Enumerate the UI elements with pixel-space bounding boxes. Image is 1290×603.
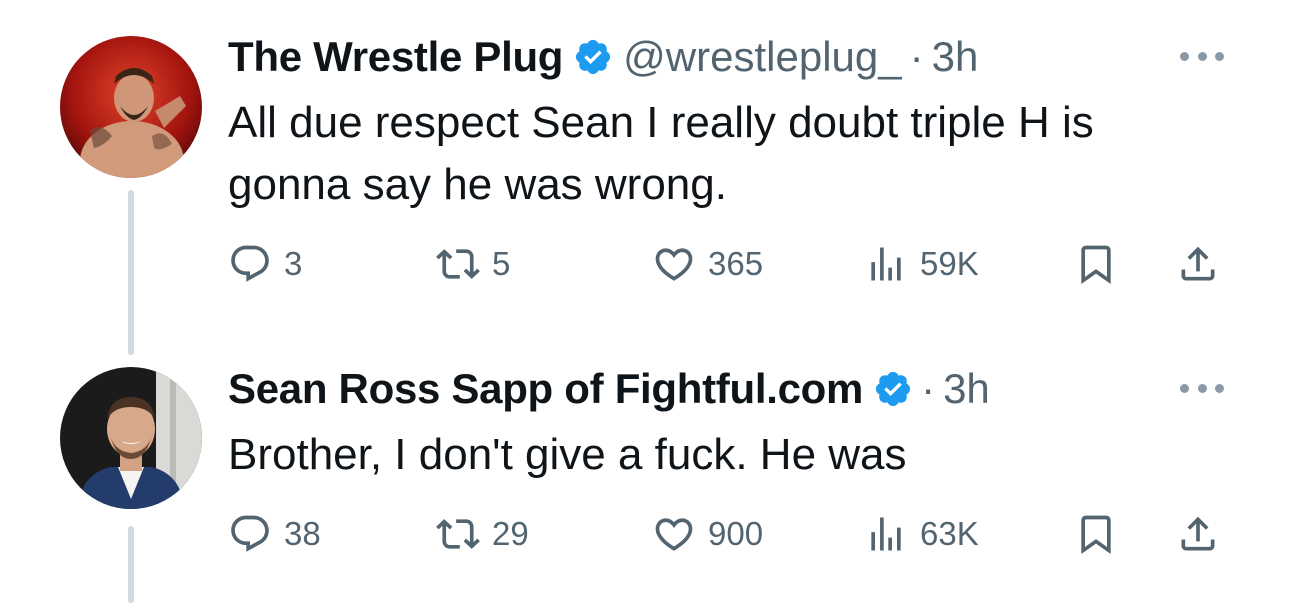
share-button[interactable] [1176, 241, 1220, 287]
tweet-2[interactable]: Sean Ross Sapp of Fightful.com · 3h Brot… [0, 350, 1290, 603]
thread-connector-line [128, 190, 134, 355]
avatar-sean-ross-sapp[interactable] [60, 367, 202, 509]
reply-button[interactable]: 38 [228, 511, 321, 557]
avatar-image [60, 36, 202, 178]
tweet-actions: 3 5 365 59K [228, 241, 1228, 287]
avatar-wrestle-plug[interactable] [60, 36, 202, 178]
avatar-image [60, 367, 202, 509]
views-button[interactable]: 63K [864, 511, 979, 557]
bookmark-icon [1081, 515, 1111, 555]
views-count: 63K [920, 515, 979, 552]
reply-count: 3 [284, 245, 303, 282]
like-button[interactable]: 900 [652, 511, 763, 557]
thread-connector-line [128, 526, 134, 603]
like-icon [655, 248, 693, 281]
tweet-text: All due respect Sean I really doubt trip… [228, 98, 1094, 209]
like-count: 900 [708, 515, 764, 552]
repost-button[interactable]: 5 [436, 241, 510, 287]
tweet-text: Brother, I don't give a fuck. He was [228, 430, 907, 479]
views-icon [871, 247, 901, 281]
separator-dot: · [921, 365, 936, 412]
more-icon[interactable] [1180, 46, 1224, 66]
tweet-header: Sean Ross Sapp of Fightful.com · 3h [228, 364, 990, 414]
repost-count: 5 [492, 245, 511, 282]
reply-count: 38 [284, 515, 321, 552]
reply-icon [231, 245, 269, 282]
share-icon [1181, 246, 1215, 281]
share-button[interactable] [1176, 511, 1220, 557]
like-button[interactable]: 365 [652, 241, 763, 287]
author-handle[interactable]: @wrestleplug_ [623, 32, 901, 82]
share-icon [1181, 516, 1215, 551]
verified-badge-icon [573, 37, 613, 77]
timestamp[interactable]: 3h [943, 364, 990, 414]
verified-badge-icon [873, 369, 913, 409]
bookmark-icon [1081, 245, 1111, 285]
reply-button[interactable]: 3 [228, 241, 302, 287]
repost-button[interactable]: 29 [436, 511, 529, 557]
author-name[interactable]: The Wrestle Plug [228, 32, 563, 82]
bookmark-button[interactable] [1074, 511, 1118, 557]
like-count: 365 [708, 245, 764, 282]
repost-count: 29 [492, 515, 529, 552]
repost-icon [436, 519, 480, 549]
tweet-actions: 38 29 900 63K [228, 511, 1228, 557]
separator-dot: · [909, 33, 924, 80]
tweet-header: The Wrestle Plug @wrestleplug_ · 3h [228, 32, 978, 82]
bookmark-button[interactable] [1074, 241, 1118, 287]
reply-icon [231, 515, 269, 552]
timestamp[interactable]: 3h [932, 32, 979, 82]
tweet-1[interactable]: The Wrestle Plug @wrestleplug_ · 3h All … [0, 0, 1290, 355]
author-name[interactable]: Sean Ross Sapp of Fightful.com [228, 364, 863, 414]
views-icon [871, 517, 901, 551]
more-icon[interactable] [1180, 378, 1224, 398]
like-icon [655, 518, 693, 551]
repost-icon [436, 249, 480, 279]
views-count: 59K [920, 245, 979, 282]
views-button[interactable]: 59K [864, 241, 979, 287]
